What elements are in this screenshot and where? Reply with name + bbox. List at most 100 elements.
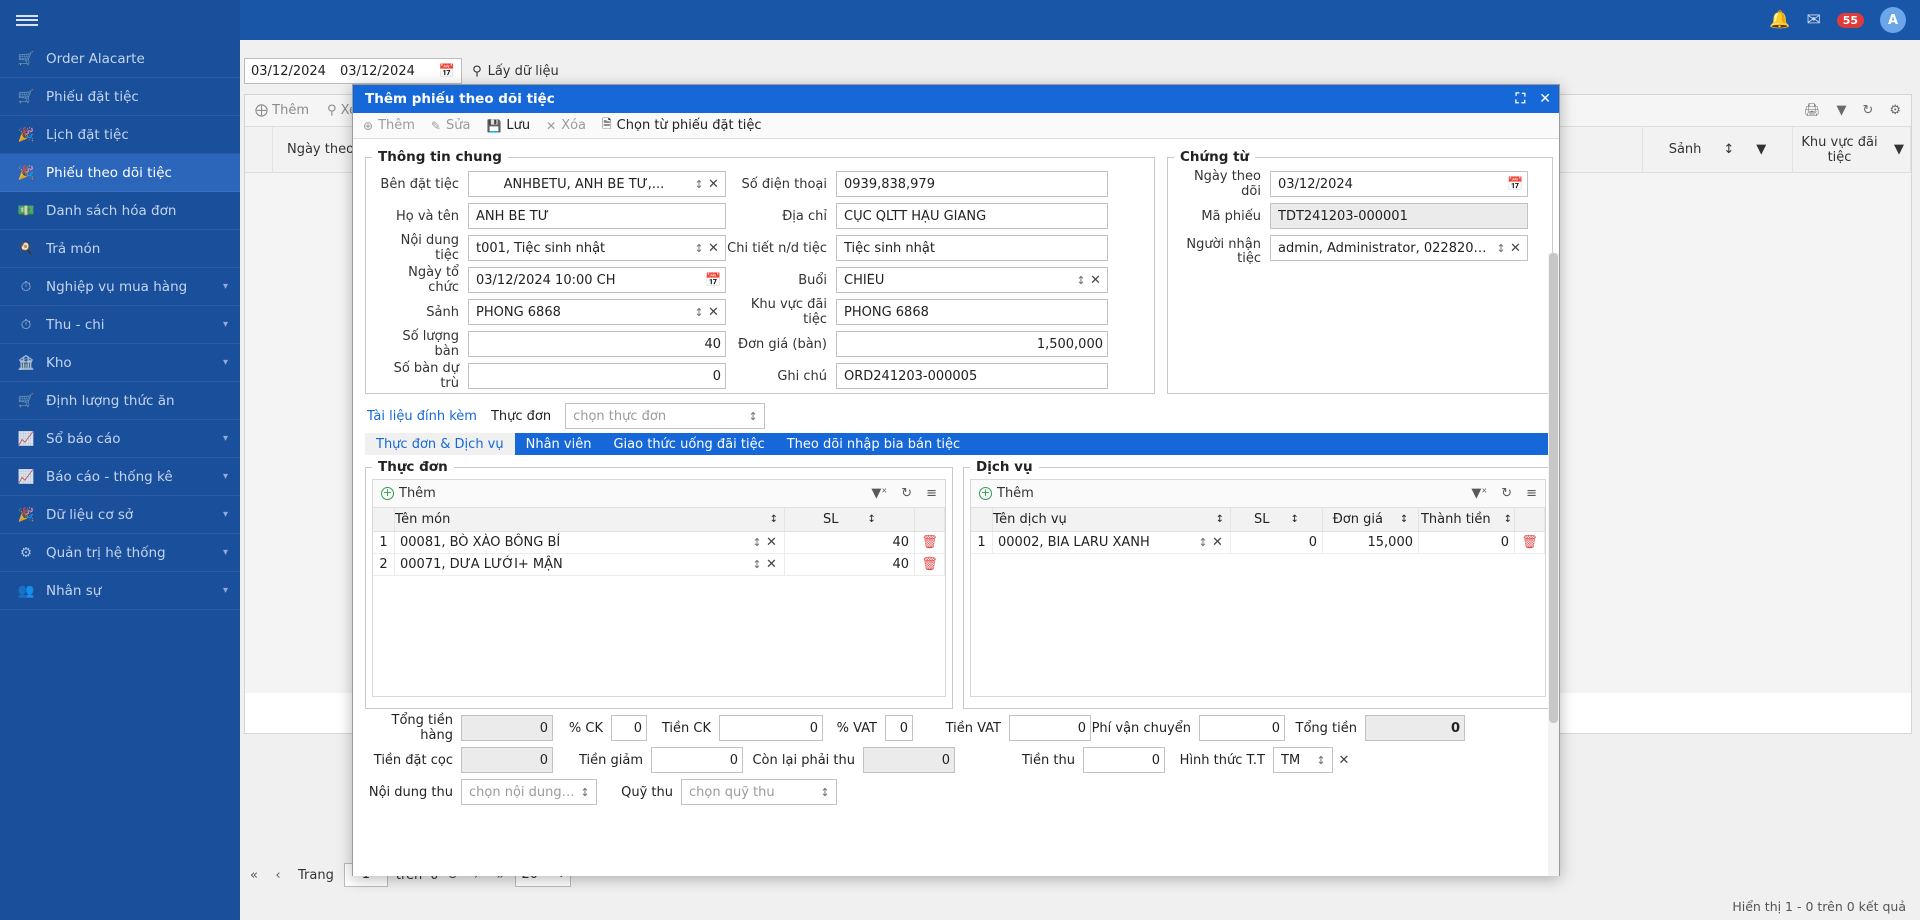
bg-col-sanh[interactable]: Sảnh ↕ ▼ [1643, 127, 1793, 172]
menu-add-button[interactable]: + Thêm [381, 486, 436, 501]
table-row[interactable]: 1 00002, BIA LARU XANH ↕ ✕ 0 15,000 0 🗑 [971, 532, 1545, 554]
calendar-icon[interactable]: 📅 [705, 273, 721, 288]
bg-add-button[interactable]: ⨁ Thêm [255, 103, 309, 118]
modal-toolbar-thêm-button[interactable]: ⊕ Thêm [363, 118, 415, 133]
filter-clear-icon[interactable]: ▼ˣ [1471, 486, 1487, 501]
tab-0[interactable]: Thực đơn & Dịch vụ [365, 433, 515, 455]
chevron-down-icon[interactable]: ▾ [223, 433, 228, 444]
sidebar-item-12[interactable]: 🎉 Dữ liệu cơ sở ▾ [0, 496, 240, 534]
ngay-to-chuc-input[interactable]: 03/12/2024 10:00 CH 📅 [468, 267, 726, 293]
sort-icon[interactable]: ↕ [1723, 142, 1734, 157]
sidebar-item-11[interactable]: 📈 Báo cáo - thống kê ▾ [0, 458, 240, 496]
print-icon[interactable]: 🖨 [1804, 103, 1821, 118]
calendar-icon[interactable]: 📅 [439, 64, 455, 79]
tab-2[interactable]: Giao thức uống đãi tiệc [602, 433, 775, 455]
attachment-link[interactable]: Tài liệu đính kèm [367, 409, 477, 424]
clear-icon[interactable]: ✕ [1333, 753, 1355, 768]
noi-dung-thu-select[interactable]: chọn nội dung thu ↕ [461, 779, 597, 805]
chevron-updown-icon[interactable]: ↕ [1314, 755, 1328, 766]
chevron-updown-icon[interactable]: ↕ [1196, 537, 1210, 548]
calendar-icon[interactable]: 📅 [1507, 177, 1523, 192]
clear-icon[interactable]: ✕ [1210, 535, 1225, 550]
chevron-down-icon[interactable]: ▾ [223, 357, 228, 368]
service-col-don-gia[interactable]: Đơn giá ↕ [1323, 508, 1419, 531]
chevron-updown-icon[interactable]: ↕ [750, 559, 764, 570]
clear-icon[interactable]: ✕ [764, 535, 779, 550]
modal-toolbar-lưu-button[interactable]: 💾 Lưu [486, 118, 530, 133]
chevron-updown-icon[interactable]: ↕ [746, 411, 760, 422]
filter-icon[interactable]: ▼ [1894, 142, 1904, 157]
row-price[interactable]: 15,000 [1323, 532, 1419, 553]
date-range-input[interactable]: 03/12/2024 03/12/2024 📅 [244, 58, 463, 84]
tab-1[interactable]: Nhân viên [515, 433, 603, 455]
row-name[interactable]: 00081, BÒ XÀO BÔNG BÍ ↕ ✕ [395, 532, 785, 553]
avatar[interactable]: A [1880, 7, 1906, 33]
bell-icon[interactable]: 🔔 [1769, 11, 1790, 29]
sort-icon[interactable]: ↕ [868, 514, 876, 525]
tien-ck-input[interactable]: 0 [719, 715, 823, 741]
settings-icon[interactable]: ≡ [926, 486, 937, 501]
chevron-updown-icon[interactable]: ↕ [1494, 243, 1508, 254]
settings-icon[interactable]: ⚙ [1889, 103, 1901, 118]
sort-icon[interactable]: ↕ [770, 514, 778, 525]
filter-clear-icon[interactable]: ▼ˣ [871, 486, 887, 501]
chevron-updown-icon[interactable]: ↕ [578, 787, 592, 798]
service-col-thanh-tien[interactable]: Thành tiền ↕ [1419, 508, 1515, 531]
menu-col-ten-mon[interactable]: Tên món ↕ [395, 508, 785, 531]
so-luong-ban-input[interactable]: 40 [468, 331, 726, 357]
pct-vat-input[interactable]: 0 [885, 715, 913, 741]
pager-first[interactable]: « [244, 868, 264, 883]
ghi-chu-input[interactable]: ORD241203-000005 [836, 363, 1108, 389]
trash-icon[interactable]: 🗑 [921, 557, 938, 572]
buoi-select[interactable]: CHIỀU ↕ ✕ [836, 267, 1108, 293]
chi-tiet-nd-tiec-input[interactable]: Tiệc sinh nhật [836, 235, 1108, 261]
sanh-select[interactable]: PHÒNG 6868 ↕ ✕ [468, 299, 726, 325]
modal-scrollbar[interactable] [1548, 253, 1559, 876]
so-ban-du-tru-input[interactable]: 0 [468, 363, 726, 389]
maximize-icon[interactable]: ⛶ [1515, 92, 1525, 106]
sidebar-item-0[interactable]: 🛒 Order Alacarte [0, 40, 240, 78]
fetch-data-button[interactable]: ⚲ Lấy dữ liệu [462, 58, 569, 84]
nguoi-nhan-tiec-select[interactable]: admin, Administrator, 022820856... ↕ ✕ [1270, 235, 1528, 261]
modal-toolbar-xóa-button[interactable]: ✕ Xóa [546, 118, 586, 133]
filter-icon[interactable]: ▼ [1756, 142, 1766, 157]
delete-row-button[interactable]: 🗑 [915, 554, 945, 575]
chevron-down-icon[interactable]: ▾ [223, 281, 228, 292]
quy-thu-select[interactable]: chọn quỹ thu ↕ [681, 779, 837, 805]
sort-icon[interactable]: ↕ [1216, 514, 1224, 525]
chevron-down-icon[interactable]: ▾ [223, 585, 228, 596]
ho-va-ten-input[interactable]: ANH BÉ TƯ [468, 203, 726, 229]
clear-icon[interactable]: ✕ [1088, 273, 1103, 288]
ben-dat-tiec-select[interactable]: ANHBETU, ANH BÉ TƯ,... ↕ ✕ [468, 171, 726, 197]
pager-prev[interactable]: ‹ [268, 868, 288, 883]
chevron-updown-icon[interactable]: ↕ [750, 537, 764, 548]
clear-icon[interactable]: ✕ [764, 557, 779, 572]
sidebar-item-3[interactable]: 🎉 Phiếu theo dõi tiệc [0, 154, 240, 192]
tab-3[interactable]: Theo dõi nhập bia bán tiệc [776, 433, 971, 455]
dia-chi-input[interactable]: CỤC QLTT HẬU GIANG [836, 203, 1108, 229]
chevron-down-icon[interactable]: ▾ [223, 509, 228, 520]
menu-col-sl[interactable]: SL ↕ [785, 508, 915, 531]
close-icon[interactable]: ✕ [1539, 92, 1551, 106]
chevron-updown-icon[interactable]: ↕ [818, 787, 832, 798]
service-col-sl[interactable]: SL ↕ [1231, 508, 1323, 531]
settings-icon[interactable]: ≡ [1526, 486, 1537, 501]
trash-icon[interactable]: 🗑 [921, 535, 938, 550]
history-icon[interactable]: ↻ [1501, 486, 1512, 501]
modal-toolbar-sửa-button[interactable]: ✎ Sửa [431, 118, 471, 133]
service-add-button[interactable]: + Thêm [979, 486, 1034, 501]
history-icon[interactable]: ↻ [901, 486, 912, 501]
row-qty[interactable]: 40 [785, 554, 915, 575]
sidebar-item-2[interactable]: 🎉 Lịch đặt tiệc [0, 116, 240, 154]
modal-toolbar-chọn-button[interactable]: 🗎 Chọn từ phiếu đặt tiệc [602, 115, 762, 136]
chevron-updown-icon[interactable]: ↕ [692, 243, 706, 254]
filter-icon[interactable]: ▼ [1836, 103, 1846, 118]
sort-icon[interactable]: ↕ [1504, 514, 1512, 525]
table-row[interactable]: 1 00081, BÒ XÀO BÔNG BÍ ↕ ✕ 40 🗑 [373, 532, 945, 554]
service-col-ten-dv[interactable]: Tên dịch vụ ↕ [993, 508, 1231, 531]
trash-icon[interactable]: 🗑 [1521, 535, 1538, 550]
sidebar-item-1[interactable]: 🛒 Phiếu đặt tiệc [0, 78, 240, 116]
sidebar-item-10[interactable]: 📈 Sổ báo cáo ▾ [0, 420, 240, 458]
khu-vuc-dai-tiec-input[interactable]: PHÒNG 6868 [836, 299, 1108, 325]
sidebar-item-4[interactable]: 💵 Danh sách hóa đơn [0, 192, 240, 230]
